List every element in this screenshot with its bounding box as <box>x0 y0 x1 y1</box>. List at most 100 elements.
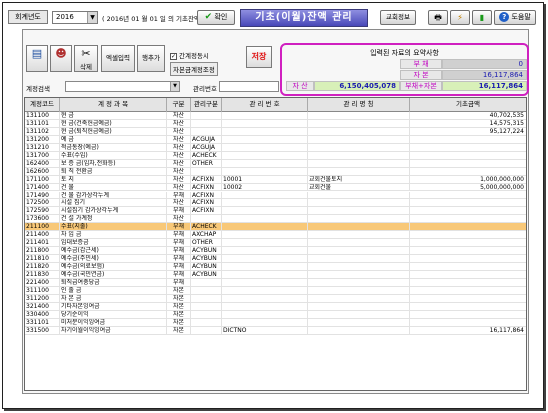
account-code-cell[interactable]: 211810 <box>25 255 60 264</box>
account-code-cell[interactable]: 211401 <box>25 239 60 248</box>
settings-button[interactable]: ⚡ <box>450 10 470 25</box>
opening-amount-cell[interactable] <box>410 247 526 255</box>
type-cell[interactable]: 부채 <box>167 263 191 271</box>
account-code-cell[interactable]: 211400 <box>25 231 60 240</box>
table-row[interactable]: 171400 건 물 자산 ACFIXN 10002 교회건물 5,000,000,000 <box>25 183 526 192</box>
interlock-checkbox-row[interactable]: ✓ 간계정동시 <box>170 50 209 60</box>
table-row[interactable]: 171100 토 지 자산 ACFIXN 10001 교회건물토지 1,000,000,00… <box>25 175 526 184</box>
mgmt-name-cell[interactable] <box>308 326 410 335</box>
mgmt-name-cell[interactable] <box>308 286 410 295</box>
opening-amount-cell[interactable] <box>410 295 526 303</box>
type-cell[interactable]: 자산 <box>167 135 191 144</box>
excel-import-button[interactable]: 엑셀입력 <box>101 45 135 72</box>
opening-amount-cell[interactable] <box>410 199 526 207</box>
mgmt-name-cell[interactable] <box>308 159 410 168</box>
mgmt-type-cell[interactable]: ACFIXN <box>191 183 222 192</box>
table-row[interactable]: 331101 미처분이익잉여금 자본 <box>25 318 526 327</box>
type-cell[interactable]: 자산 <box>167 143 191 152</box>
mgmt-name-cell[interactable] <box>308 278 410 287</box>
mgmt-type-cell[interactable] <box>191 112 222 120</box>
account-code-cell[interactable]: 221400 <box>25 278 60 287</box>
table-row[interactable]: 331500 차기이월이익잉여금 자본 DICTNO 16,117,864 <box>25 326 526 335</box>
mgmt-no-cell[interactable] <box>222 231 308 240</box>
account-name-cell[interactable]: 시설집기 감가상각누계 <box>60 207 167 216</box>
table-row[interactable]: 211820 예수금(의료보험) 부채 ACYBUN <box>25 263 526 271</box>
type-cell[interactable]: 부채 <box>167 247 191 256</box>
mgmt-no-cell[interactable] <box>222 112 308 120</box>
type-cell[interactable]: 자산 <box>167 199 191 208</box>
account-code-cell[interactable]: 172500 <box>25 199 60 208</box>
mgmt-no-cell[interactable] <box>222 302 308 311</box>
mgmt-type-cell[interactable]: ACYBUN <box>191 263 222 271</box>
table-row[interactable]: 131102 현 금(퇴직헌금예금) 자산 95,127,224 <box>25 127 526 136</box>
interlock-checkbox[interactable]: ✓ <box>170 52 177 60</box>
table-row[interactable]: 211830 예수금(국민연금) 부채 ACYBUN <box>25 271 526 279</box>
mgmt-type-cell[interactable] <box>191 215 222 224</box>
mgmt-name-cell[interactable] <box>308 223 410 232</box>
mgmt-type-cell[interactable]: ACFIXN <box>191 207 222 216</box>
type-cell[interactable]: 부채 <box>167 239 191 248</box>
mgmt-type-cell[interactable]: ACYBUN <box>191 247 222 256</box>
account-code-cell[interactable]: 131700 <box>25 151 60 160</box>
mgmt-no-cell[interactable] <box>222 255 308 264</box>
mgmt-type-cell[interactable] <box>191 167 222 176</box>
table-row[interactable]: 311200 자 본 금 자본 <box>25 294 526 303</box>
mgmt-no-cell[interactable]: DICTNO <box>222 326 308 335</box>
save-button[interactable]: 저장 <box>246 46 272 68</box>
opening-amount-cell[interactable] <box>410 255 526 263</box>
type-cell[interactable]: 부채 <box>167 223 191 232</box>
chevron-down-icon[interactable]: ▼ <box>87 12 97 23</box>
table-row[interactable]: 171490 건 물 감가상각누계 부채 ACFIXN <box>25 191 526 200</box>
opening-amount-cell[interactable] <box>410 207 526 215</box>
account-code-cell[interactable]: 131101 <box>25 119 60 128</box>
type-cell[interactable]: 자산 <box>167 215 191 224</box>
account-code-cell[interactable]: 330400 <box>25 310 60 319</box>
mgmt-type-cell[interactable]: ACYBUN <box>191 271 222 279</box>
mgmt-name-cell[interactable] <box>308 302 410 311</box>
table-row[interactable]: 211810 예수금(주민세) 부채 ACYBUN <box>25 255 526 264</box>
col-mgmt-name-header[interactable]: 관 리 명 칭 <box>308 98 410 112</box>
mgmt-no-cell[interactable] <box>222 286 308 295</box>
account-name-cell[interactable]: 수표(지출) <box>60 223 167 232</box>
mgmt-type-cell[interactable]: OTHER <box>191 239 222 248</box>
account-name-cell[interactable]: 예 금 <box>60 135 167 144</box>
account-name-cell[interactable]: 시설 집기 <box>60 199 167 208</box>
opening-amount-cell[interactable]: 16,117,864 <box>410 327 526 335</box>
account-name-cell[interactable]: 예수금(주민세) <box>60 255 167 264</box>
account-name-cell[interactable]: 차기이월이익잉여금 <box>60 326 167 335</box>
opening-amount-cell[interactable] <box>410 279 526 287</box>
delete-button[interactable]: ✂ 삭제 <box>74 45 98 72</box>
mgmt-no-cell[interactable] <box>222 215 308 224</box>
opening-amount-cell[interactable] <box>410 263 526 271</box>
type-cell[interactable]: 부채 <box>167 207 191 216</box>
account-code-cell[interactable]: 331500 <box>25 326 60 335</box>
account-code-cell[interactable]: 311200 <box>25 294 60 303</box>
table-row[interactable]: 131700 수표(수입) 자산 ACHECK <box>25 151 526 160</box>
mgmt-type-cell[interactable]: ACYBUN <box>191 255 222 264</box>
table-row[interactable]: 211400 차 입 금 부채 AXCHAP <box>25 231 526 240</box>
mgmt-no-cell[interactable] <box>222 310 308 319</box>
account-code-cell[interactable]: 171100 <box>25 175 60 184</box>
account-code-cell[interactable]: 331101 <box>25 318 60 327</box>
mgmt-no-cell[interactable]: 10001 <box>222 175 308 184</box>
mgmt-name-cell[interactable] <box>308 167 410 176</box>
opening-amount-cell[interactable]: 5,000,000,000 <box>410 184 526 192</box>
account-name-cell[interactable]: 기타자본잉여금 <box>60 302 167 311</box>
table-row[interactable]: 131200 예 금 자산 ACGUJA <box>25 135 526 144</box>
type-cell[interactable]: 자산 <box>167 127 191 136</box>
mgmt-type-cell[interactable]: ACHECK <box>191 223 222 232</box>
col-type-header[interactable]: 구분 <box>167 98 191 112</box>
opening-amount-cell[interactable] <box>410 168 526 176</box>
church-info-button[interactable]: 교회정보 <box>380 10 416 25</box>
account-name-cell[interactable]: 임대보증금 <box>60 239 167 248</box>
mgmt-no-cell[interactable] <box>222 278 308 287</box>
opening-amount-cell[interactable] <box>410 152 526 160</box>
account-name-cell[interactable]: 보 증 금(임차,전화등) <box>60 159 167 168</box>
table-row[interactable]: 162600 퇴 직 전환금 자산 <box>25 167 526 176</box>
mgmt-name-cell[interactable] <box>308 310 410 319</box>
account-code-cell[interactable]: 131200 <box>25 135 60 144</box>
help-button[interactable]: ? 도움말 <box>494 10 536 25</box>
mgmt-no-cell[interactable] <box>222 143 308 152</box>
type-cell[interactable]: 자산 <box>167 167 191 176</box>
account-code-cell[interactable]: 311100 <box>25 286 60 295</box>
